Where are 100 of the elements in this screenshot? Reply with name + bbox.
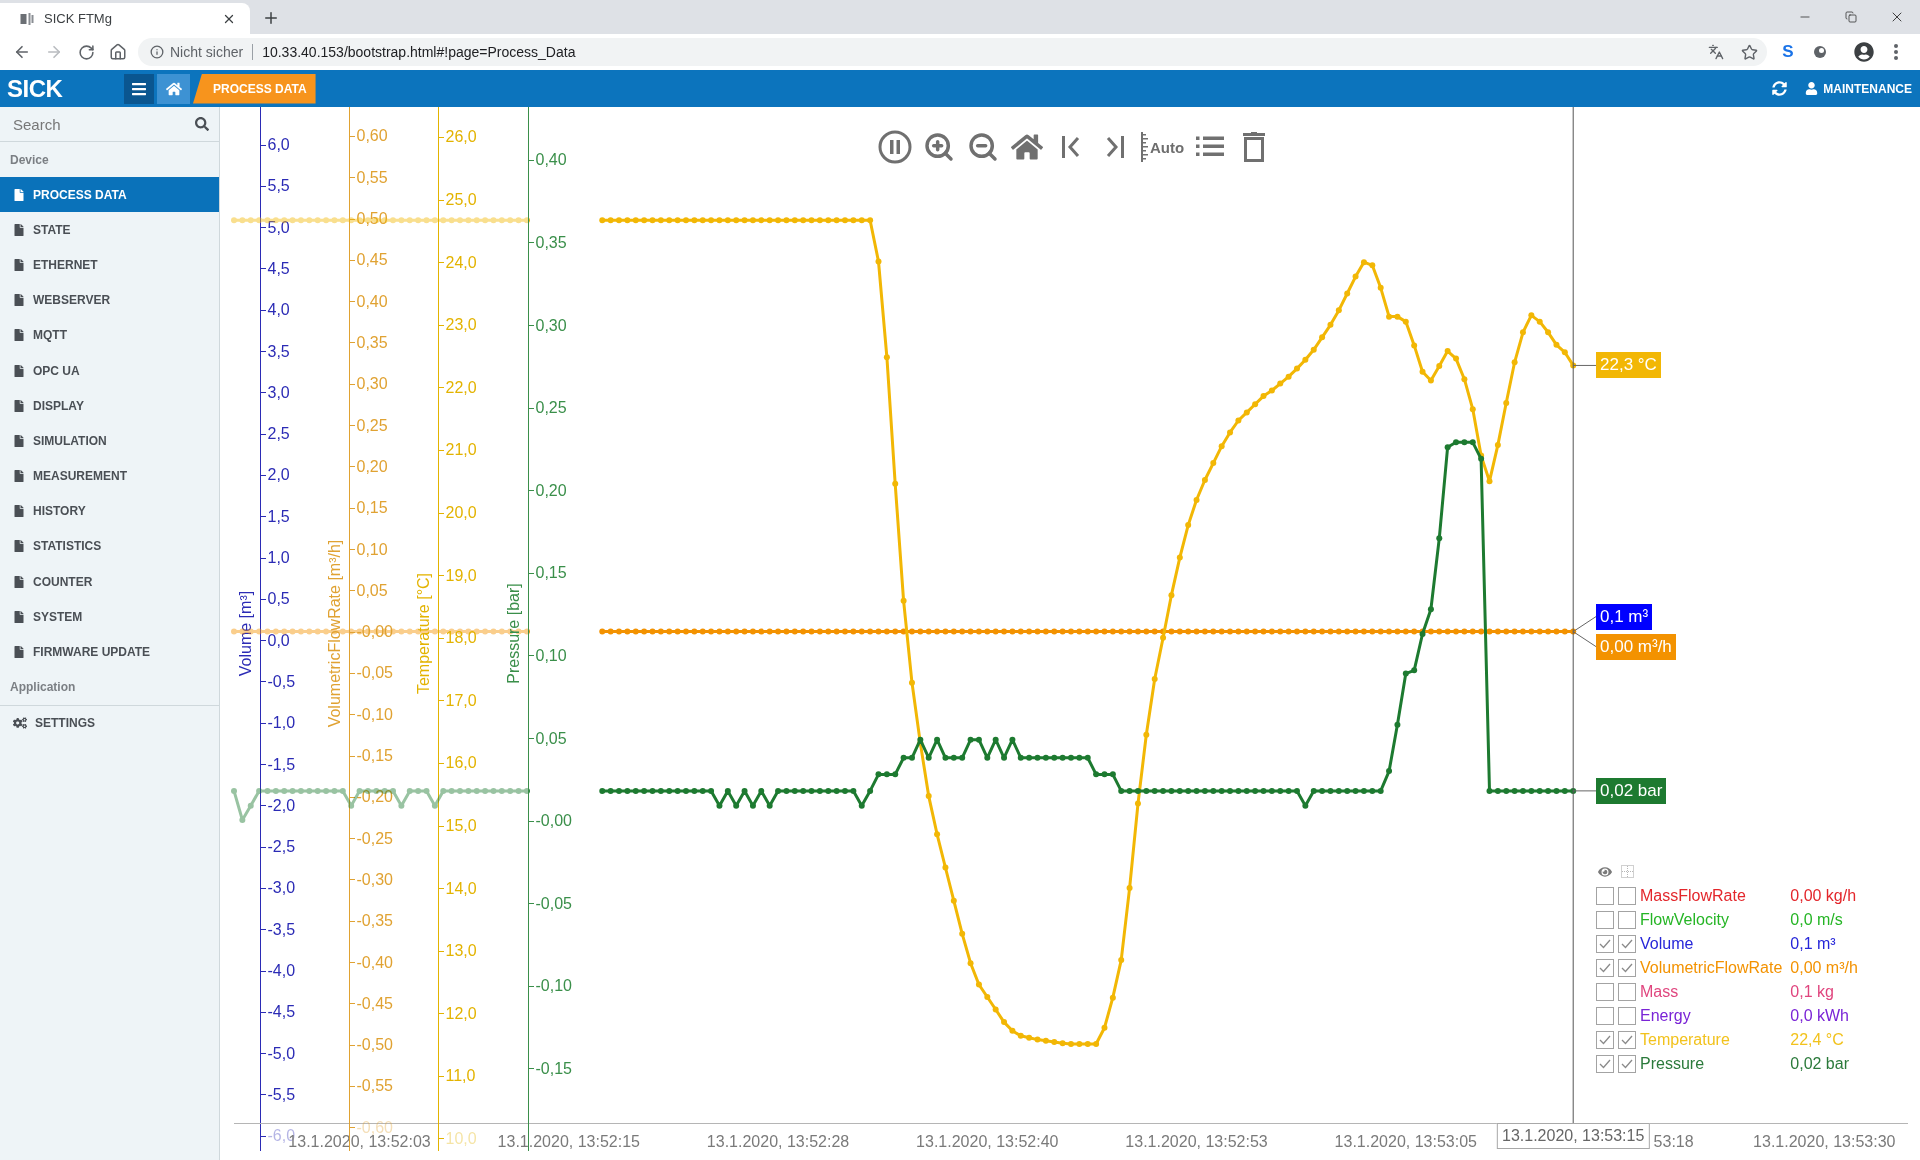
dotted-grid-icon [1620, 865, 1634, 878]
checkbox[interactable] [1596, 1055, 1614, 1073]
tick-label: 1,5 [267, 507, 290, 525]
tick-label: 0,40 [356, 292, 388, 310]
tick-label: 13.1.2020, 13:52:53 [1125, 1132, 1268, 1150]
sidebar-item[interactable]: ETHERNET [0, 247, 219, 283]
search-field[interactable]: Search [13, 112, 189, 136]
sidebar-item[interactable]: OPC UA [0, 352, 219, 389]
tick-label: 0,25 [356, 416, 388, 434]
checkbox[interactable] [1596, 959, 1614, 977]
legend-value: 22,4 °C [1790, 1031, 1845, 1049]
axis-title: Pressure [bar] [505, 583, 522, 684]
user-button[interactable]: MAINTENANCE [1805, 81, 1912, 96]
checkbox[interactable] [1618, 1007, 1636, 1025]
file-icon [13, 329, 25, 342]
file-icon [13, 540, 25, 553]
tick-label: -5,0 [267, 1044, 296, 1062]
legend-value: 0,0 m/s [1790, 911, 1844, 929]
tick-label: -5,5 [267, 1085, 296, 1103]
tick-label: 13.1.2020, 13:52:40 [916, 1132, 1059, 1150]
sidebar-item[interactable]: HISTORY [0, 493, 219, 529]
tick-label: 0,30 [535, 316, 567, 334]
checkmark-icon [1599, 1059, 1611, 1069]
checkbox[interactable] [1618, 935, 1636, 953]
site-icon [20, 12, 34, 25]
tick-label: 3,5 [267, 342, 290, 360]
checkbox[interactable] [1618, 1031, 1636, 1049]
tick-label: 0,40 [535, 151, 567, 169]
checkbox[interactable] [1596, 911, 1614, 929]
tick-label: 12,0 [445, 1004, 477, 1022]
file-icon [13, 646, 25, 659]
sidebar-item[interactable]: DISPLAY [0, 388, 219, 424]
sidebar-item[interactable]: SYSTEM [0, 599, 219, 635]
legend-value: 0,1 m³ [1790, 935, 1837, 953]
tick-label: 4,0 [267, 301, 290, 319]
checkbox[interactable] [1596, 887, 1614, 905]
sidebar-item[interactable]: COUNTER [0, 564, 219, 600]
sidebar-item[interactable]: WEBSERVER [0, 282, 219, 318]
tick-label: 0,35 [356, 334, 388, 351]
checkbox[interactable] [1596, 1031, 1614, 1049]
checkbox[interactable] [1596, 983, 1614, 1001]
sidebar-item[interactable]: SIMULATION [0, 423, 219, 459]
tick-label: 2,5 [267, 425, 290, 443]
file-icon [13, 575, 25, 588]
legend-value: 0,0 kWh [1790, 1007, 1850, 1025]
tick-label: 0,45 [356, 251, 388, 269]
info-icon [150, 45, 164, 59]
browser-tab[interactable]: SICK FTMg [0, 3, 250, 34]
tick-label: 19,0 [445, 566, 477, 584]
legend-value: 0,00 m³/h [1790, 959, 1858, 977]
tick-label: -1,0 [267, 714, 296, 732]
checkbox[interactable] [1618, 1055, 1636, 1073]
tick-label: -0,10 [356, 705, 393, 723]
sidebar-item[interactable]: SETTINGS [0, 705, 219, 741]
tick-label: 18,0 [445, 629, 477, 647]
home-icon [109, 43, 127, 61]
axis-title: Volume [m³] [237, 590, 254, 677]
sidebar-item[interactable]: MQTT [0, 317, 219, 353]
sidebar-item[interactable]: FIRMWARE UPDATE [0, 634, 219, 670]
tick-label: 5,0 [267, 218, 290, 236]
checkbox[interactable] [1596, 1007, 1614, 1025]
url-text: 10.33.40.153/bootstrap.html#!page=Process_Data [262, 44, 576, 60]
tick-label: 25,0 [445, 191, 477, 209]
home-icon [165, 80, 182, 97]
tick-label: -0,45 [356, 994, 393, 1012]
refresh-icon [1771, 81, 1787, 96]
sidebar-item[interactable]: STATISTICS [0, 528, 219, 565]
home-button[interactable] [157, 73, 190, 104]
tick-label: -0,15 [356, 747, 393, 764]
checkbox[interactable] [1618, 983, 1636, 1001]
checkbox[interactable] [1618, 911, 1636, 929]
checkbox[interactable] [1618, 887, 1636, 905]
sidebar-item[interactable]: MEASUREMENT [0, 458, 219, 494]
checkbox[interactable] [1618, 959, 1636, 977]
tick-label: 22,0 [445, 378, 477, 396]
pause-button[interactable] [877, 128, 913, 166]
menu-button[interactable] [124, 73, 154, 104]
tick-label: 53:18 [1653, 1132, 1694, 1150]
axis-title: VolumetricFlowRate [m³/h] [326, 539, 343, 728]
tick-label: -0,10 [535, 977, 572, 995]
file-icon [13, 399, 25, 412]
file-icon [13, 223, 25, 236]
tick-label: -0,55 [356, 1077, 393, 1095]
legend-value: 0,02 bar [1790, 1055, 1850, 1073]
tick-label: -3,5 [267, 920, 296, 938]
checkbox[interactable] [1596, 935, 1614, 953]
menu-icon [131, 80, 147, 97]
extension-button[interactable]: S [1774, 38, 1802, 66]
tick-label: -0,50 [356, 1036, 393, 1054]
search-icon [195, 117, 209, 131]
zoom-out-icon [967, 131, 999, 163]
auto-scale-button[interactable]: Auto [1141, 128, 1185, 166]
legend-label: VolumetricFlowRate [1640, 959, 1783, 977]
tick-label: -0,20 [356, 788, 393, 806]
sidebar-item[interactable]: PROCESS DATA [0, 177, 219, 213]
leader-line [1572, 616, 1597, 633]
address-field[interactable]: Nicht sicher 10.33.40.153/bootstrap.html#!page=Process_Data [138, 38, 1767, 66]
section-title: Application [9, 679, 77, 697]
sidebar-item[interactable]: STATE [0, 212, 219, 248]
tick-label: 5,5 [267, 177, 290, 195]
